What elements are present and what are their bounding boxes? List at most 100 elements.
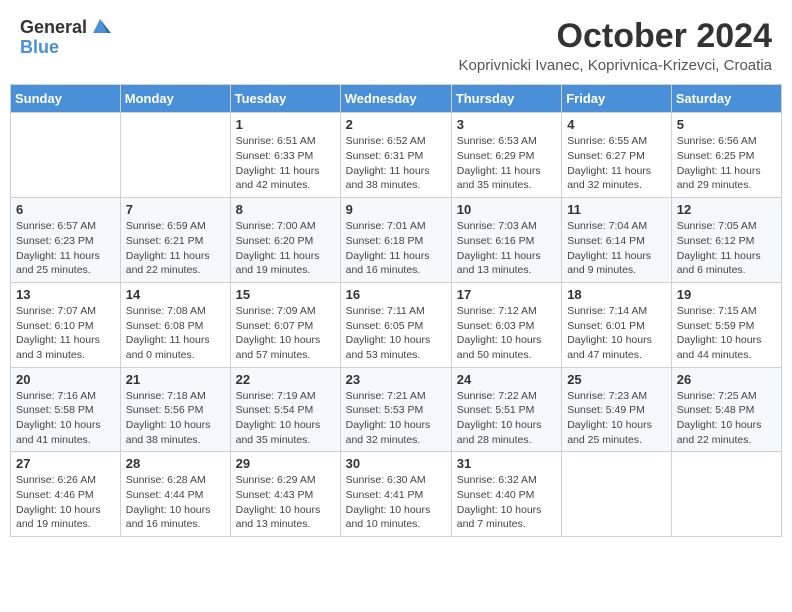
day-number: 24 (457, 372, 556, 387)
table-row: 25 Sunrise: 7:23 AM Sunset: 5:49 PM Dayli… (562, 367, 672, 452)
day-number: 15 (236, 287, 335, 302)
table-row: 5 Sunrise: 6:56 AM Sunset: 6:25 PM Daylig… (671, 113, 781, 198)
table-row: 14 Sunrise: 7:08 AM Sunset: 6:08 PM Dayli… (120, 282, 230, 367)
day-number: 29 (236, 456, 335, 471)
day-info: Sunrise: 7:18 AM Sunset: 5:56 PM Dayligh… (126, 389, 225, 448)
table-row: 30 Sunrise: 6:30 AM Sunset: 4:41 PM Dayli… (340, 452, 451, 537)
day-number: 27 (16, 456, 115, 471)
table-row: 8 Sunrise: 7:00 AM Sunset: 6:20 PM Daylig… (230, 198, 340, 283)
table-row: 9Sunrise: 7:01 AM Sunset: 6:18 PM Daylig… (340, 198, 451, 283)
table-row: 1Sunrise: 6:51 AM Sunset: 6:33 PM Daylig… (230, 113, 340, 198)
day-number: 18 (567, 287, 666, 302)
day-info: Sunrise: 7:00 AM Sunset: 6:20 PM Dayligh… (236, 219, 335, 278)
table-row (671, 452, 781, 537)
calendar-week-row: 13 Sunrise: 7:07 AM Sunset: 6:10 PM Dayli… (11, 282, 782, 367)
calendar-week-row: 1Sunrise: 6:51 AM Sunset: 6:33 PM Daylig… (11, 113, 782, 198)
day-number: 25 (567, 372, 666, 387)
day-info: Sunrise: 7:14 AM Sunset: 6:01 PM Dayligh… (567, 304, 666, 363)
day-info: Sunrise: 6:57 AM Sunset: 6:23 PM Dayligh… (16, 219, 115, 278)
day-info: Sunrise: 7:23 AM Sunset: 5:49 PM Dayligh… (567, 389, 666, 448)
table-row: 11 Sunrise: 7:04 AM Sunset: 6:14 PM Dayli… (562, 198, 672, 283)
logo: General Blue (20, 18, 111, 58)
day-number: 11 (567, 202, 666, 217)
header-tuesday: Tuesday (230, 85, 340, 113)
header-saturday: Saturday (671, 85, 781, 113)
table-row: 2 Sunrise: 6:52 AM Sunset: 6:31 PM Daylig… (340, 113, 451, 198)
day-info: Sunrise: 6:53 AM Sunset: 6:29 PM Dayligh… (457, 134, 556, 193)
day-info: Sunrise: 7:09 AM Sunset: 6:07 PM Dayligh… (236, 304, 335, 363)
day-info: Sunrise: 6:28 AM Sunset: 4:44 PM Dayligh… (126, 473, 225, 532)
day-info: Sunrise: 6:32 AM Sunset: 4:40 PM Dayligh… (457, 473, 556, 532)
day-info: Sunrise: 7:22 AM Sunset: 5:51 PM Dayligh… (457, 389, 556, 448)
table-row: 23Sunrise: 7:21 AM Sunset: 5:53 PM Dayli… (340, 367, 451, 452)
day-number: 12 (677, 202, 776, 217)
table-row: 17 Sunrise: 7:12 AM Sunset: 6:03 PM Dayli… (451, 282, 561, 367)
day-info: Sunrise: 6:55 AM Sunset: 6:27 PM Dayligh… (567, 134, 666, 193)
day-number: 16 (346, 287, 446, 302)
day-number: 17 (457, 287, 556, 302)
title-area: October 2024 Koprivnicki Ivanec, Koprivn… (459, 18, 772, 74)
header-monday: Monday (120, 85, 230, 113)
day-number: 30 (346, 456, 446, 471)
table-row: 15 Sunrise: 7:09 AM Sunset: 6:07 PM Dayli… (230, 282, 340, 367)
page-header: General Blue October 2024 Koprivnicki Iv… (10, 10, 782, 78)
day-number: 13 (16, 287, 115, 302)
day-number: 31 (457, 456, 556, 471)
table-row: 31 Sunrise: 6:32 AM Sunset: 4:40 PM Dayli… (451, 452, 561, 537)
day-info: Sunrise: 7:19 AM Sunset: 5:54 PM Dayligh… (236, 389, 335, 448)
table-row: 27 Sunrise: 6:26 AM Sunset: 4:46 PM Dayli… (11, 452, 121, 537)
day-info: Sunrise: 7:08 AM Sunset: 6:08 PM Dayligh… (126, 304, 225, 363)
table-row: 21 Sunrise: 7:18 AM Sunset: 5:56 PM Dayli… (120, 367, 230, 452)
day-info: Sunrise: 6:56 AM Sunset: 6:25 PM Dayligh… (677, 134, 776, 193)
table-row: 7 Sunrise: 6:59 AM Sunset: 6:21 PM Daylig… (120, 198, 230, 283)
day-number: 2 (346, 117, 446, 132)
table-row: 10 Sunrise: 7:03 AM Sunset: 6:16 PM Dayli… (451, 198, 561, 283)
weekday-header-row: Sunday Monday Tuesday Wednesday Thursday… (11, 85, 782, 113)
day-number: 8 (236, 202, 335, 217)
logo-blue: Blue (20, 37, 59, 57)
day-info: Sunrise: 7:04 AM Sunset: 6:14 PM Dayligh… (567, 219, 666, 278)
table-row: 20Sunrise: 7:16 AM Sunset: 5:58 PM Dayli… (11, 367, 121, 452)
day-number: 21 (126, 372, 225, 387)
table-row (562, 452, 672, 537)
table-row: 3 Sunrise: 6:53 AM Sunset: 6:29 PM Daylig… (451, 113, 561, 198)
day-info: Sunrise: 6:52 AM Sunset: 6:31 PM Dayligh… (346, 134, 446, 193)
day-info: Sunrise: 7:03 AM Sunset: 6:16 PM Dayligh… (457, 219, 556, 278)
header-thursday: Thursday (451, 85, 561, 113)
day-info: Sunrise: 6:30 AM Sunset: 4:41 PM Dayligh… (346, 473, 446, 532)
day-number: 26 (677, 372, 776, 387)
table-row: 26 Sunrise: 7:25 AM Sunset: 5:48 PM Dayli… (671, 367, 781, 452)
day-number: 7 (126, 202, 225, 217)
day-number: 10 (457, 202, 556, 217)
day-info: Sunrise: 7:15 AM Sunset: 5:59 PM Dayligh… (677, 304, 776, 363)
table-row: 13 Sunrise: 7:07 AM Sunset: 6:10 PM Dayli… (11, 282, 121, 367)
month-title: October 2024 (459, 18, 772, 55)
day-number: 6 (16, 202, 115, 217)
day-number: 1 (236, 117, 335, 132)
table-row: 22 Sunrise: 7:19 AM Sunset: 5:54 PM Dayli… (230, 367, 340, 452)
calendar-week-row: 6 Sunrise: 6:57 AM Sunset: 6:23 PM Daylig… (11, 198, 782, 283)
day-info: Sunrise: 6:26 AM Sunset: 4:46 PM Dayligh… (16, 473, 115, 532)
day-info: Sunrise: 7:07 AM Sunset: 6:10 PM Dayligh… (16, 304, 115, 363)
day-number: 5 (677, 117, 776, 132)
calendar-table: Sunday Monday Tuesday Wednesday Thursday… (10, 84, 782, 537)
day-info: Sunrise: 7:11 AM Sunset: 6:05 PM Dayligh… (346, 304, 446, 363)
header-wednesday: Wednesday (340, 85, 451, 113)
location-subtitle: Koprivnicki Ivanec, Koprivnica-Krizevci,… (459, 57, 772, 74)
calendar-week-row: 27 Sunrise: 6:26 AM Sunset: 4:46 PM Dayli… (11, 452, 782, 537)
day-number: 4 (567, 117, 666, 132)
header-friday: Friday (562, 85, 672, 113)
day-info: Sunrise: 6:59 AM Sunset: 6:21 PM Dayligh… (126, 219, 225, 278)
day-number: 22 (236, 372, 335, 387)
day-number: 19 (677, 287, 776, 302)
day-number: 9 (346, 202, 446, 217)
day-number: 28 (126, 456, 225, 471)
day-number: 14 (126, 287, 225, 302)
calendar-week-row: 20Sunrise: 7:16 AM Sunset: 5:58 PM Dayli… (11, 367, 782, 452)
day-info: Sunrise: 7:25 AM Sunset: 5:48 PM Dayligh… (677, 389, 776, 448)
header-sunday: Sunday (11, 85, 121, 113)
day-number: 3 (457, 117, 556, 132)
table-row: 16 Sunrise: 7:11 AM Sunset: 6:05 PM Dayli… (340, 282, 451, 367)
day-info: Sunrise: 7:21 AM Sunset: 5:53 PM Dayligh… (346, 389, 446, 448)
day-info: Sunrise: 7:12 AM Sunset: 6:03 PM Dayligh… (457, 304, 556, 363)
